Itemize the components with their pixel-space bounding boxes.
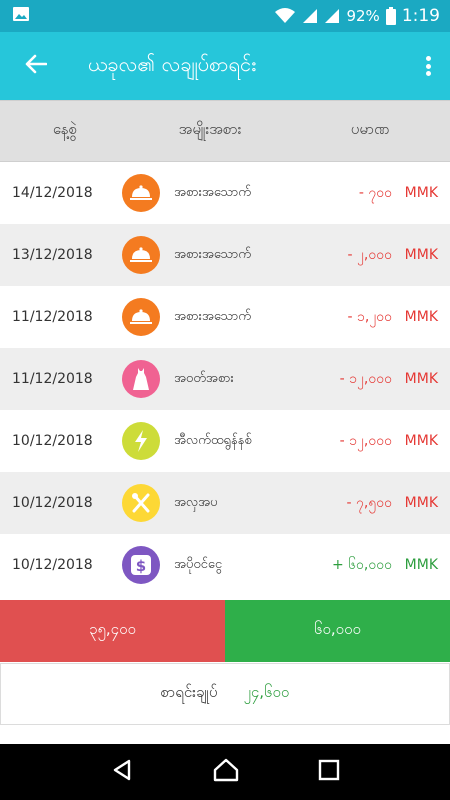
battery-icon bbox=[385, 7, 396, 25]
row-amount: - ၇၀၀ bbox=[358, 184, 392, 201]
row-currency: MMK bbox=[404, 557, 438, 573]
nav-recents-icon[interactable] bbox=[318, 759, 340, 785]
status-bar: 92% 1:19 bbox=[0, 0, 450, 32]
row-date: 10/12/2018 bbox=[12, 495, 93, 511]
table-row[interactable]: 11/12/2018 အစားအသောက် - ၁,၂၀၀ MMK bbox=[0, 286, 450, 348]
row-currency: MMK bbox=[404, 433, 438, 449]
image-icon bbox=[12, 6, 30, 26]
table-row[interactable]: 11/12/2018 အဝတ်အစား - ၁၂,၀၀၀ MMK bbox=[0, 348, 450, 410]
arrow-back-icon bbox=[25, 54, 48, 78]
row-category: အီလက်ထရွန်နစ် bbox=[174, 432, 252, 448]
totals-bar: ၃၅,၄၀၀ ၆၀,၀၀၀ bbox=[0, 600, 450, 662]
food-cloche-icon bbox=[122, 174, 160, 212]
row-category: အစားအသောက် bbox=[174, 246, 252, 262]
row-amount: - ၁,၂၀၀ bbox=[347, 308, 392, 325]
nav-back-icon[interactable] bbox=[110, 758, 134, 786]
dollar-icon: $ bbox=[122, 546, 160, 584]
row-date: 13/12/2018 bbox=[12, 247, 93, 263]
lightning-icon bbox=[122, 422, 160, 460]
balance-summary: စာရင်းချုပ် ၂၄,၆၀၀ bbox=[0, 663, 450, 725]
row-date: 11/12/2018 bbox=[12, 371, 93, 387]
row-category: အဝတ်အစား bbox=[174, 370, 234, 386]
food-cloche-icon bbox=[122, 236, 160, 274]
navigation-bar bbox=[0, 744, 450, 800]
row-amount: - ၇,၅၀၀ bbox=[346, 494, 392, 511]
signal-icon bbox=[324, 8, 340, 24]
row-currency: MMK bbox=[404, 309, 438, 325]
table-row[interactable]: 10/12/2018 အီလက်ထရွန်နစ် - ၁၂,၀၀၀ MMK bbox=[0, 410, 450, 472]
balance-value: ၂၄,၆၀၀ bbox=[243, 683, 290, 701]
nav-home-icon[interactable] bbox=[213, 758, 239, 786]
table-row[interactable]: 13/12/2018 အစားအသောက် - ၂,၀၀၀ MMK bbox=[0, 224, 450, 286]
table-header: နေ့စွဲ အမျိုးအစား ပမာဏ bbox=[0, 100, 450, 162]
row-currency: MMK bbox=[404, 185, 438, 201]
header-amount: ပမာဏ bbox=[350, 120, 390, 138]
row-category: အပိုဝင်ငွေ bbox=[174, 556, 223, 572]
row-category: အလှအပ bbox=[174, 494, 218, 510]
food-cloche-icon bbox=[122, 298, 160, 336]
back-button[interactable] bbox=[0, 32, 72, 100]
table-row[interactable]: 14/12/2018 အစားအသောက် - ၇၀၀ MMK bbox=[0, 162, 450, 224]
row-amount: - ၁၂,၀၀၀ bbox=[339, 370, 392, 387]
page-title: ယခုလ၏ လချုပ်စာရင်း bbox=[88, 52, 257, 76]
app-bar: ယခုလ၏ လချုပ်စာရင်း bbox=[0, 32, 450, 100]
svg-text:$: $ bbox=[136, 557, 146, 575]
row-amount: - ၂,၀၀၀ bbox=[347, 246, 392, 263]
signal-icon bbox=[302, 8, 318, 24]
row-date: 14/12/2018 bbox=[12, 185, 93, 201]
wifi-icon bbox=[274, 8, 296, 24]
row-category: အစားအသောက် bbox=[174, 308, 252, 324]
row-amount: - ၁၂,၀၀၀ bbox=[339, 432, 392, 449]
row-currency: MMK bbox=[404, 371, 438, 387]
header-date: နေ့စွဲ bbox=[52, 120, 78, 138]
beauty-tools-icon bbox=[122, 484, 160, 522]
transaction-list: 14/12/2018 အစားအသောက် - ၇၀၀ MMK 13/12/20… bbox=[0, 162, 450, 596]
row-date: 10/12/2018 bbox=[12, 433, 93, 449]
header-category: အမျိုးအစား bbox=[178, 120, 242, 138]
row-currency: MMK bbox=[404, 247, 438, 263]
battery-percent: 92% bbox=[346, 7, 380, 25]
row-currency: MMK bbox=[404, 495, 438, 511]
table-row[interactable]: 10/12/2018 $ အပိုဝင်ငွေ + ၆၀,၀၀၀ MMK bbox=[0, 534, 450, 596]
table-row[interactable]: 10/12/2018 အလှအပ - ၇,၅၀၀ MMK bbox=[0, 472, 450, 534]
row-date: 10/12/2018 bbox=[12, 557, 93, 573]
dress-icon bbox=[122, 360, 160, 398]
row-date: 11/12/2018 bbox=[12, 309, 93, 325]
row-amount: + ၆၀,၀၀၀ bbox=[331, 556, 392, 573]
clock: 1:19 bbox=[401, 6, 440, 26]
row-category: အစားအသောက် bbox=[174, 184, 252, 200]
balance-label: စာရင်းချုပ် bbox=[160, 683, 218, 701]
overflow-menu-button[interactable] bbox=[420, 52, 436, 80]
total-expense: ၃၅,၄၀၀ bbox=[0, 600, 225, 662]
total-income: ၆၀,၀၀၀ bbox=[225, 600, 450, 662]
more-vert-icon bbox=[425, 56, 431, 61]
